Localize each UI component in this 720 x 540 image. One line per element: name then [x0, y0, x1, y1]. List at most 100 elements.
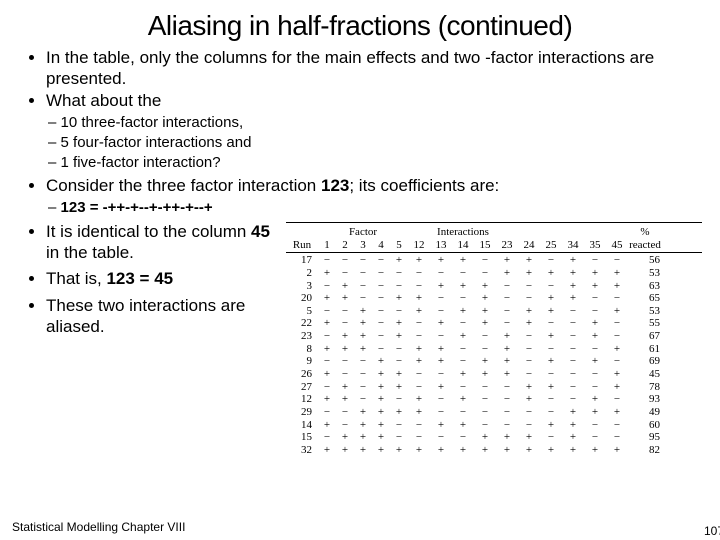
table-row: 17−−−−++++−++−+−−56: [286, 254, 702, 267]
table-cell: +: [354, 444, 372, 457]
table-cell: −: [390, 355, 408, 368]
table-cell: +: [474, 431, 496, 444]
table-row: 20++−−++−−+−−++−−65: [286, 292, 702, 305]
table-cell: +: [408, 355, 430, 368]
table-cell: −: [452, 292, 474, 305]
table-cell: −: [408, 419, 430, 432]
table-row: 29−−++++−−−−−−+++49: [286, 406, 702, 419]
table-cell: −: [518, 419, 540, 432]
table-cell: +: [318, 343, 336, 356]
table-cell: −: [606, 254, 628, 267]
table-cell: −: [452, 381, 474, 394]
table-cell: −: [336, 317, 354, 330]
col-34: 34: [562, 239, 584, 252]
table-cell: +: [540, 381, 562, 394]
table-cell: −: [372, 317, 390, 330]
table-cell: +: [496, 267, 518, 280]
table-cell: +: [390, 330, 408, 343]
col-13: 13: [430, 239, 452, 252]
table-cell: +: [496, 254, 518, 267]
table-cell: −: [496, 292, 518, 305]
table-cell: +: [540, 305, 562, 318]
col-35: 35: [584, 239, 606, 252]
table-cell: +: [474, 305, 496, 318]
table-cell: +: [584, 330, 606, 343]
col-15: 15: [474, 239, 496, 252]
table-cell: −: [408, 431, 430, 444]
table-cell: −: [318, 406, 336, 419]
table-cell: +: [336, 330, 354, 343]
table-cell: 78: [628, 381, 662, 394]
table-row: 15−+++−−−−+++−+−−95: [286, 431, 702, 444]
table-cell: −: [540, 406, 562, 419]
text: That is,: [46, 269, 106, 288]
table-cell: +: [540, 267, 562, 280]
table-row: 26+−−++−−+++−−−−+45: [286, 368, 702, 381]
design-table: Factor Interactions % Run 1 2 3 4 5 12 1…: [286, 222, 702, 457]
col-3: 3: [354, 239, 372, 252]
table-cell: +: [408, 444, 430, 457]
table-cell: −: [430, 368, 452, 381]
table-cell: −: [336, 355, 354, 368]
table-cell: −: [354, 381, 372, 394]
table-cell: +: [318, 419, 336, 432]
table-cell: +: [354, 431, 372, 444]
table-cell: +: [372, 368, 390, 381]
table-cell: −: [354, 355, 372, 368]
table-cell: +: [474, 355, 496, 368]
table-cell: −: [336, 254, 354, 267]
bullet-aliased: These two interactions are aliased.: [46, 296, 278, 337]
table-cell: 45: [628, 368, 662, 381]
table-cell: −: [408, 368, 430, 381]
table-cell: −: [372, 292, 390, 305]
table-row: 3−+−−−−+++−−−+++63: [286, 280, 702, 293]
bullet-list-top: In the table, only the columns for the m…: [18, 48, 702, 112]
table-cell: 60: [628, 419, 662, 432]
table-cell: −: [474, 393, 496, 406]
text: in the table.: [46, 243, 134, 262]
table-cell: −: [584, 368, 606, 381]
table-cell: 61: [628, 343, 662, 356]
table-cell: −: [562, 330, 584, 343]
table-cell: +: [562, 267, 584, 280]
table-cell: +: [474, 292, 496, 305]
table-cell: +: [584, 267, 606, 280]
table-cell: +: [372, 431, 390, 444]
table-cell: +: [452, 368, 474, 381]
table-cell: 15: [286, 431, 318, 444]
table-cell: 56: [628, 254, 662, 267]
col-23: 23: [496, 239, 518, 252]
table-cell: +: [452, 305, 474, 318]
table-cell: +: [606, 305, 628, 318]
table-cell: −: [518, 330, 540, 343]
table-cell: −: [540, 431, 562, 444]
table-cell: +: [318, 444, 336, 457]
table-cell: +: [336, 431, 354, 444]
table-cell: +: [430, 355, 452, 368]
table-cell: −: [318, 280, 336, 293]
bullet-consider-123: Consider the three factor interaction 12…: [46, 176, 702, 197]
col-reacted: reacted: [628, 239, 662, 252]
table-cell: +: [390, 292, 408, 305]
left-bullets: It is identical to the column 45 in the …: [18, 222, 278, 344]
table-cell: −: [518, 343, 540, 356]
bullet-list-mid: Consider the three factor interaction 12…: [18, 176, 702, 197]
table-cell: −: [474, 406, 496, 419]
table-cell: 29: [286, 406, 318, 419]
col-2: 2: [336, 239, 354, 252]
table-cell: −: [474, 343, 496, 356]
table-cell: −: [562, 368, 584, 381]
table-cell: +: [336, 292, 354, 305]
col-25: 25: [540, 239, 562, 252]
table-cell: 14: [286, 419, 318, 432]
sub-4factor: 5 four-factor interactions and: [48, 134, 702, 153]
table-cell: +: [452, 419, 474, 432]
table-row: 8+++−−++−−+−−−−+61: [286, 343, 702, 356]
table-cell: +: [584, 444, 606, 457]
table-cell: +: [518, 393, 540, 406]
table-cell: +: [562, 406, 584, 419]
table-cell: +: [336, 343, 354, 356]
table-cell: −: [474, 254, 496, 267]
table-cell: +: [562, 444, 584, 457]
table-cell: 17: [286, 254, 318, 267]
